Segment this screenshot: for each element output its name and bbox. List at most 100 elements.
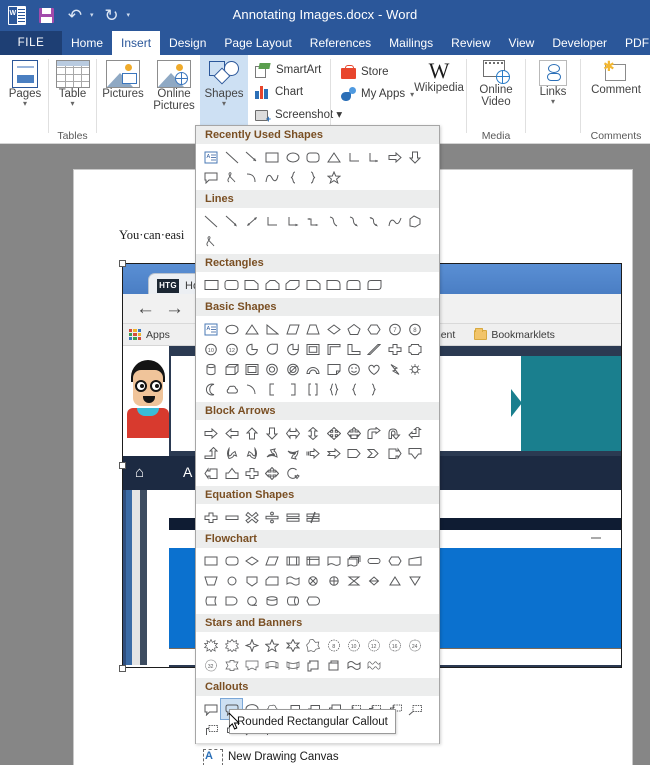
shape-curved-connector[interactable] [323, 211, 343, 231]
shape-down-ribbon[interactable] [242, 655, 262, 675]
shape-minus[interactable] [221, 507, 241, 527]
shape-32-point-star[interactable]: 32 [201, 655, 221, 675]
shape-flow-card[interactable] [262, 571, 282, 591]
apps-grid-icon[interactable] [129, 328, 141, 341]
shape-curved-up-arrow[interactable] [262, 443, 282, 463]
shape-left-arrow-callout[interactable] [201, 463, 221, 483]
shape-donut[interactable] [262, 359, 282, 379]
shape-lightning-bolt[interactable] [385, 359, 405, 379]
shape-flow-punched-tape[interactable] [283, 571, 303, 591]
shape-flowchart-predefined-process[interactable] [283, 551, 303, 571]
shape-flow-stored-data[interactable] [201, 591, 221, 611]
shape-snip-and-round-single-corner-rectangle[interactable] [303, 275, 323, 295]
tab-insert[interactable]: Insert [112, 31, 161, 55]
shape-flow-offpage-connector[interactable] [242, 571, 262, 591]
forward-arrow-icon[interactable]: → [165, 299, 184, 318]
shape-scribble[interactable] [201, 231, 221, 251]
shape-circular-arrow[interactable] [283, 463, 303, 483]
shape-flow-or[interactable] [323, 571, 343, 591]
shape-right-arrow[interactable] [201, 423, 221, 443]
shape-elbow-double-arrow-connector[interactable] [303, 211, 323, 231]
shape-right-arrow[interactable] [385, 147, 405, 167]
shape-can[interactable] [201, 359, 221, 379]
shape-24-point-star[interactable]: 24 [405, 635, 425, 655]
shape-flow-terminator[interactable] [364, 551, 384, 571]
shape-curve[interactable] [385, 211, 405, 231]
shape-plus[interactable] [201, 507, 221, 527]
pages-button[interactable]: Pages ▾ [2, 55, 48, 108]
shape-smiley-face[interactable] [344, 359, 364, 379]
shapes-dropdown-menu[interactable]: Recently Used Shapes A Lines Rectangles … [195, 125, 440, 765]
shape-text-box[interactable]: A [201, 147, 221, 167]
shape-cross-arrow[interactable] [242, 463, 262, 483]
shape-bent-up-arrow[interactable] [201, 443, 221, 463]
shape-curved-right-arrow[interactable] [221, 443, 241, 463]
shape-no-symbol[interactable] [283, 359, 303, 379]
shape-flow-manual-input[interactable] [405, 551, 425, 571]
shape-snip-same-side-corner-rectangle[interactable] [262, 275, 282, 295]
shape-flow-display[interactable] [303, 591, 323, 611]
shape-cloud[interactable] [221, 379, 241, 399]
shape-flowchart-alternate-process[interactable] [221, 551, 241, 571]
shape-horizontal-scroll[interactable] [323, 655, 343, 675]
online-pictures-button[interactable]: Online Pictures [148, 55, 200, 112]
shape-left-bracket[interactable] [262, 379, 282, 399]
shape-4-point-star[interactable] [242, 635, 262, 655]
shape-frame[interactable] [303, 339, 323, 359]
shape-curved-up-ribbon[interactable] [262, 655, 282, 675]
shape-right-arrow-callout[interactable] [385, 443, 405, 463]
shape-wave[interactable] [344, 655, 364, 675]
shape-heptagon[interactable]: 7 [385, 319, 405, 339]
tab-review[interactable]: Review [442, 31, 499, 55]
shape-10-point-star[interactable]: 10 [344, 635, 364, 655]
shape-isosceles-triangle[interactable] [323, 147, 343, 167]
shape-pentagon-arrow[interactable] [344, 443, 364, 463]
comment-button[interactable]: ✱ Comment [582, 55, 650, 96]
shape-rectangular-callout[interactable] [201, 167, 221, 187]
shape-chord[interactable] [283, 339, 303, 359]
shape-snip-single-corner-rectangle[interactable] [242, 275, 262, 295]
shape-up-arrow-callout[interactable] [221, 463, 241, 483]
selection-handle-bottom-left[interactable] [119, 665, 126, 672]
shape-explosion-2[interactable] [221, 635, 241, 655]
table-caret-icon[interactable]: ▾ [70, 100, 74, 108]
shape-rectangular-callout[interactable] [201, 699, 221, 719]
shape-right-triangle[interactable] [262, 319, 282, 339]
shape-rounded-rectangle[interactable] [221, 275, 241, 295]
shape-round-diagonal-corner-rectangle[interactable] [364, 275, 384, 295]
shape-16-point-star[interactable]: 16 [385, 635, 405, 655]
tab-mailings[interactable]: Mailings [380, 31, 442, 55]
shape-flow-collate[interactable] [344, 571, 364, 591]
shape-double-brace[interactable] [323, 379, 343, 399]
nav-item-label[interactable]: A [183, 464, 192, 480]
shape-12-point-star[interactable]: 12 [364, 635, 384, 655]
shape-flow-document[interactable] [323, 551, 343, 571]
shape-flow-extract[interactable] [385, 571, 405, 591]
shape-folded-corner[interactable] [323, 359, 343, 379]
shape-flow-sort[interactable] [364, 571, 384, 591]
shape-left-right-arrow[interactable] [283, 423, 303, 443]
store-button[interactable]: Store [338, 61, 417, 83]
shape-curve[interactable] [242, 167, 262, 187]
shape-curved-down-arrow[interactable] [283, 443, 303, 463]
shape-6-point-star[interactable] [283, 635, 303, 655]
shape-flowchart-decision[interactable] [242, 551, 262, 571]
shape-equal[interactable] [283, 507, 303, 527]
shape-flow-delay[interactable] [221, 591, 241, 611]
shape-notched-right-arrow[interactable] [323, 443, 343, 463]
shape-trapezoid[interactable] [303, 319, 323, 339]
shape-8-point-star[interactable]: 8 [323, 635, 343, 655]
selection-handle-middle-left[interactable] [119, 462, 126, 469]
shape-5-point-star[interactable] [323, 167, 343, 187]
shape-elbow-connector[interactable] [344, 147, 364, 167]
shape-left-up-arrow[interactable] [405, 423, 425, 443]
shapes-caret-icon[interactable]: ▾ [222, 100, 226, 108]
shape-not-equal[interactable] [303, 507, 323, 527]
shape-dodecagon[interactable]: 12 [221, 339, 241, 359]
pictures-button[interactable]: Pictures [98, 55, 148, 100]
shape-up-arrow[interactable] [242, 423, 262, 443]
shape-heart[interactable] [364, 359, 384, 379]
table-button[interactable]: Table ▾ [50, 55, 95, 108]
shape-flowchart-internal-storage[interactable] [303, 551, 323, 571]
my-apps-button[interactable]: My Apps ▾ [338, 83, 417, 105]
